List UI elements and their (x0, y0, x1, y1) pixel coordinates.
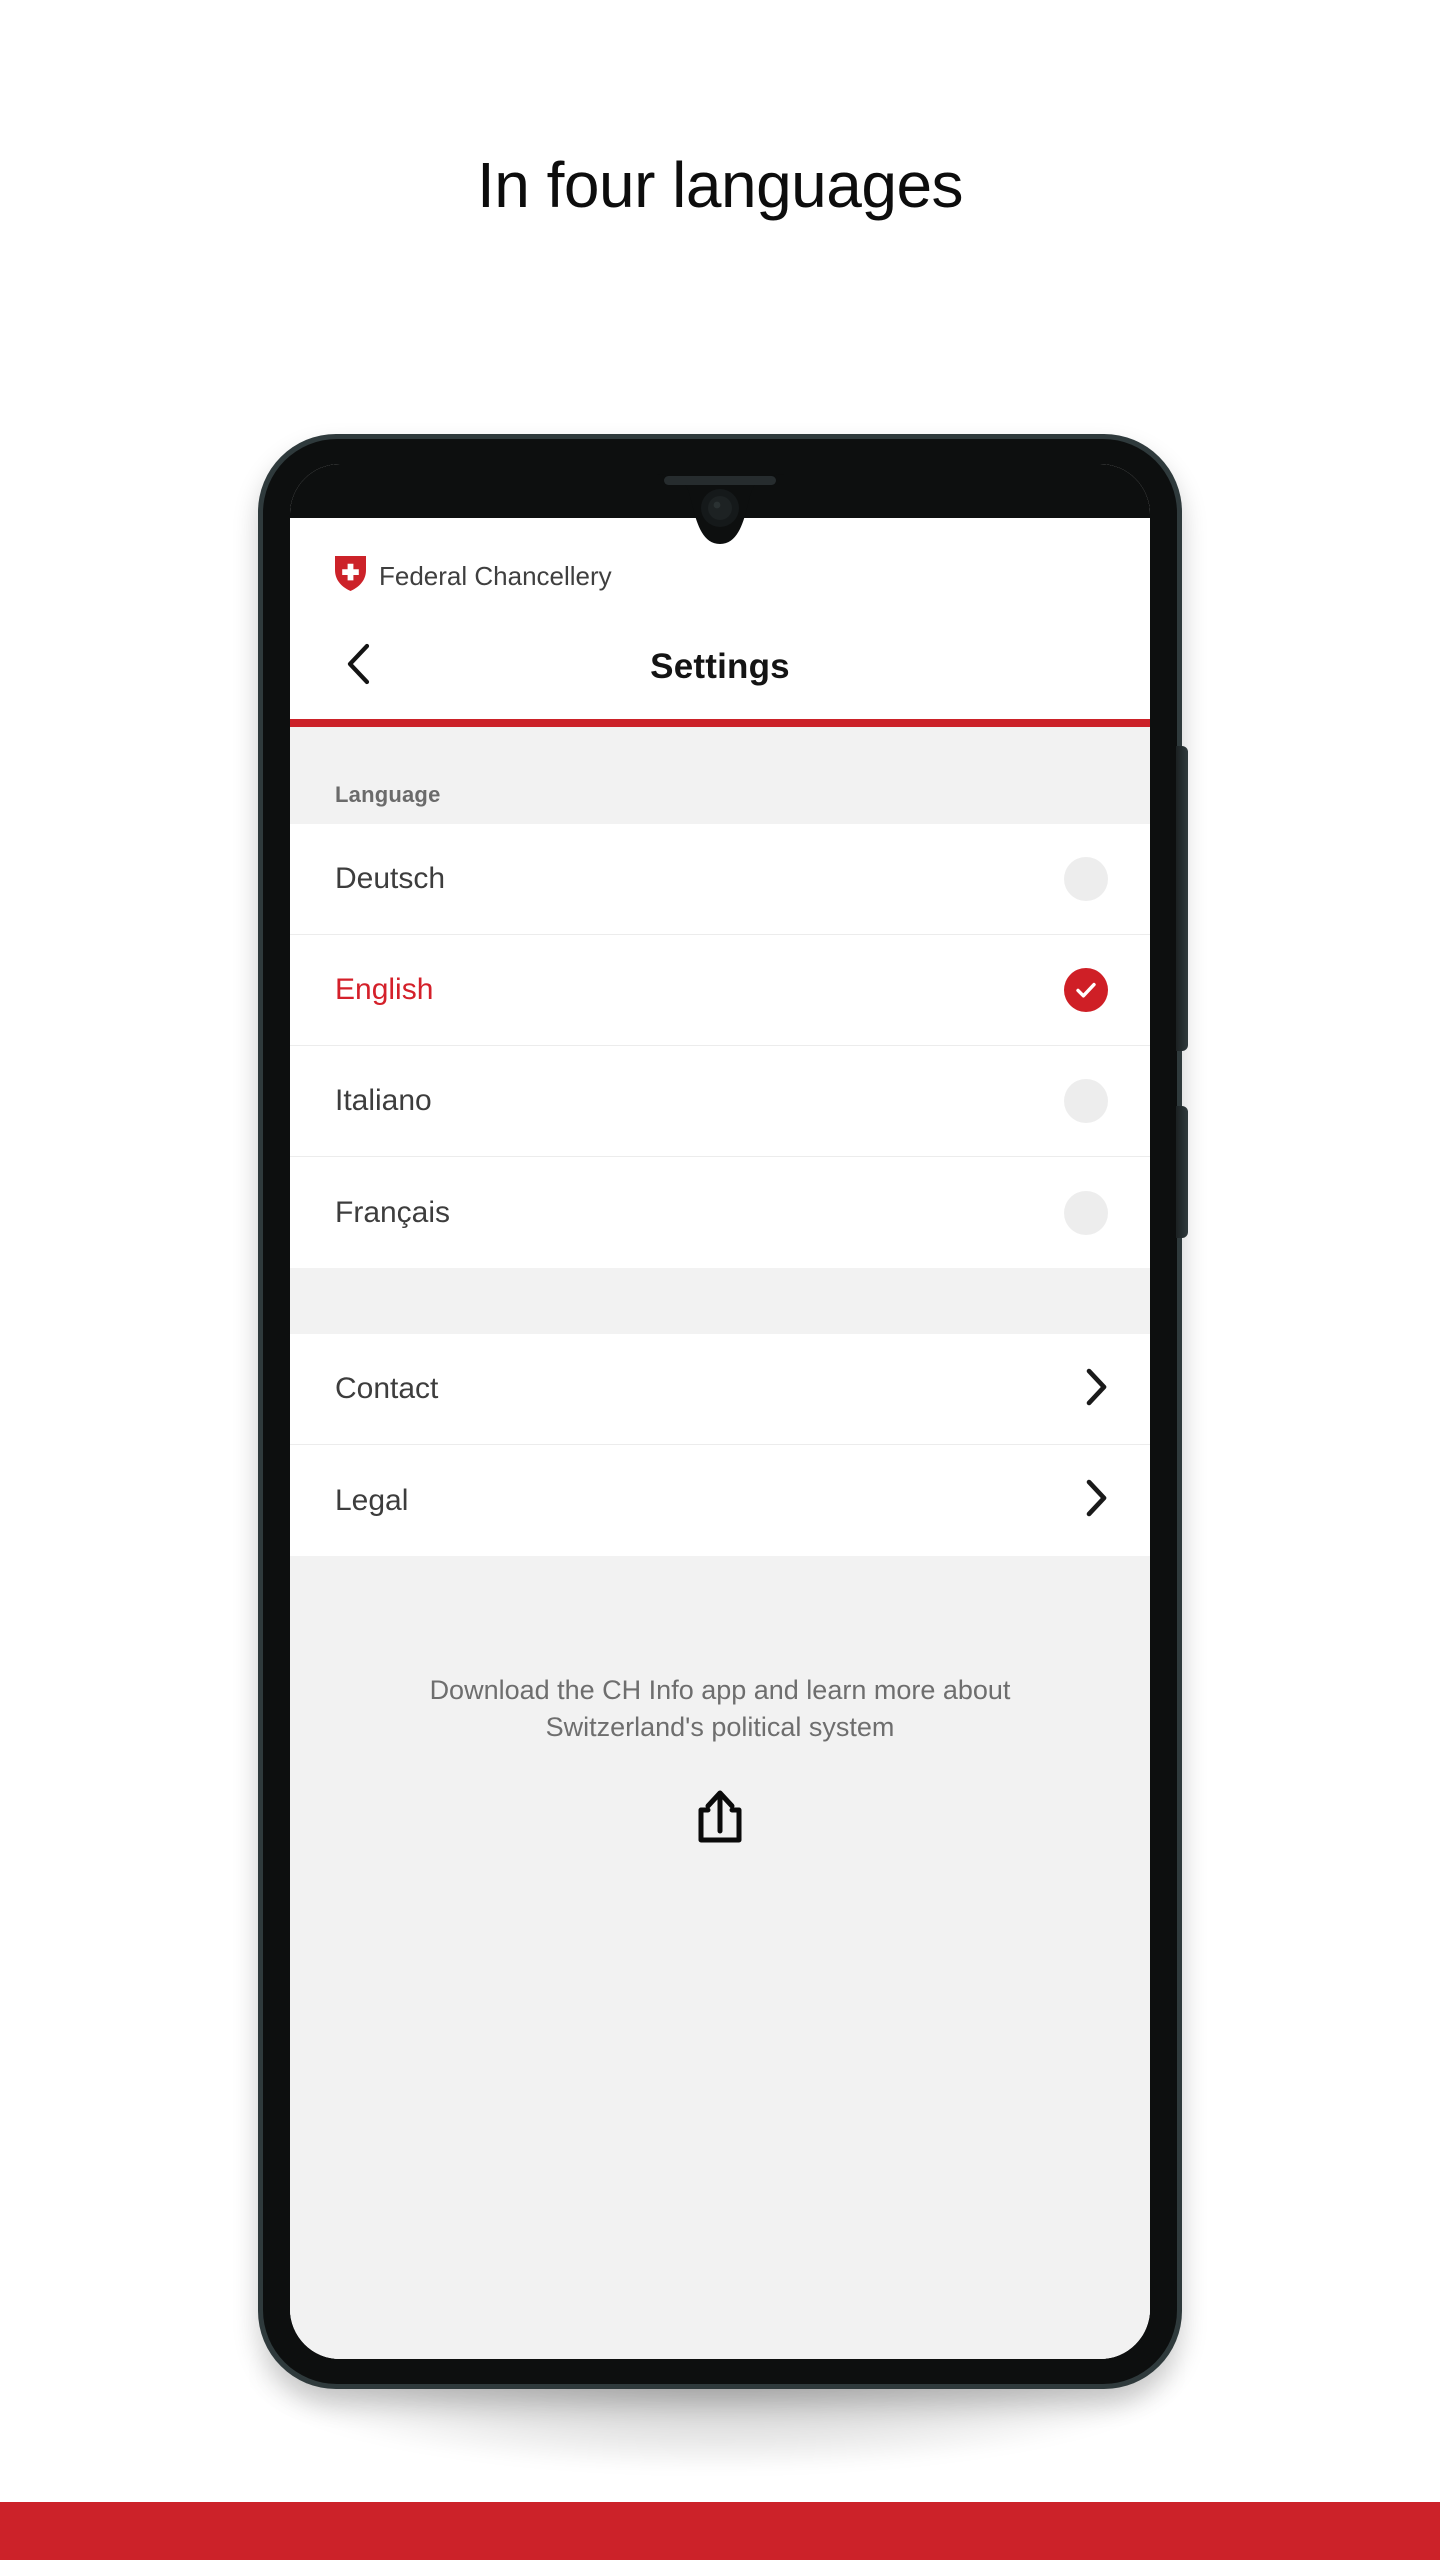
list-group-spacer (290, 1268, 1150, 1334)
section-header-label: Language (335, 782, 441, 807)
promo-line-1: Download the CH Info app and learn more … (429, 1675, 1011, 1705)
power-button[interactable] (1176, 1106, 1188, 1238)
link-row-legal[interactable]: Legal (290, 1445, 1150, 1556)
volume-rocker-button[interactable] (1176, 746, 1188, 1051)
settings-scroll-area[interactable]: Language Deutsch English Italiano França… (290, 727, 1150, 2359)
language-row-francais[interactable]: Français (290, 1157, 1150, 1268)
language-list: Deutsch English Italiano Français (290, 824, 1150, 1268)
link-label: Contact (335, 1372, 439, 1405)
back-button[interactable] (330, 639, 386, 695)
phone-device: 09:41 Federal Chancellery (258, 434, 1188, 2389)
link-row-contact[interactable]: Contact (290, 1334, 1150, 1445)
section-header-language: Language (290, 727, 1150, 824)
chevron-right-icon (1086, 1479, 1108, 1522)
language-label: Deutsch (335, 862, 446, 895)
earpiece-speaker (664, 476, 776, 485)
accent-rule (290, 719, 1150, 727)
link-label: Legal (335, 1483, 409, 1517)
swiss-shield-icon (335, 556, 366, 596)
nav-bar: Settings (290, 610, 1150, 723)
links-list: Contact Legal (290, 1334, 1150, 1556)
chevron-left-icon (346, 643, 370, 690)
radio-unselected-icon[interactable] (1064, 857, 1108, 901)
page-root: In four languages Federal Chancellery Se… (0, 0, 1440, 2560)
phone-screen: 09:41 Federal Chancellery (290, 464, 1150, 2359)
chevron-right-icon (1086, 1368, 1108, 1411)
language-label: English (335, 973, 434, 1006)
language-row-english[interactable]: English (290, 935, 1150, 1046)
promo-line-2: Switzerland's political system (545, 1712, 895, 1743)
language-row-italiano[interactable]: Italiano (290, 1046, 1150, 1157)
footer-filler (290, 1851, 1150, 2359)
bottom-accent-band (0, 2502, 1440, 2560)
language-label: Italiano (335, 1084, 432, 1117)
radio-unselected-icon[interactable] (1064, 1079, 1108, 1123)
share-button[interactable] (290, 1787, 1150, 1852)
language-row-deutsch[interactable]: Deutsch (290, 824, 1150, 935)
nav-title: Settings (650, 646, 790, 686)
radio-selected-check-icon[interactable] (1064, 968, 1108, 1012)
page-title: In four languages (476, 149, 964, 221)
brand-name: Federal Chancellery (379, 560, 612, 591)
language-label: Français (335, 1195, 451, 1229)
promo-footer: Download the CH Info app and learn more … (290, 1556, 1150, 1852)
share-icon (694, 1787, 746, 1852)
radio-unselected-icon[interactable] (1064, 1190, 1108, 1235)
